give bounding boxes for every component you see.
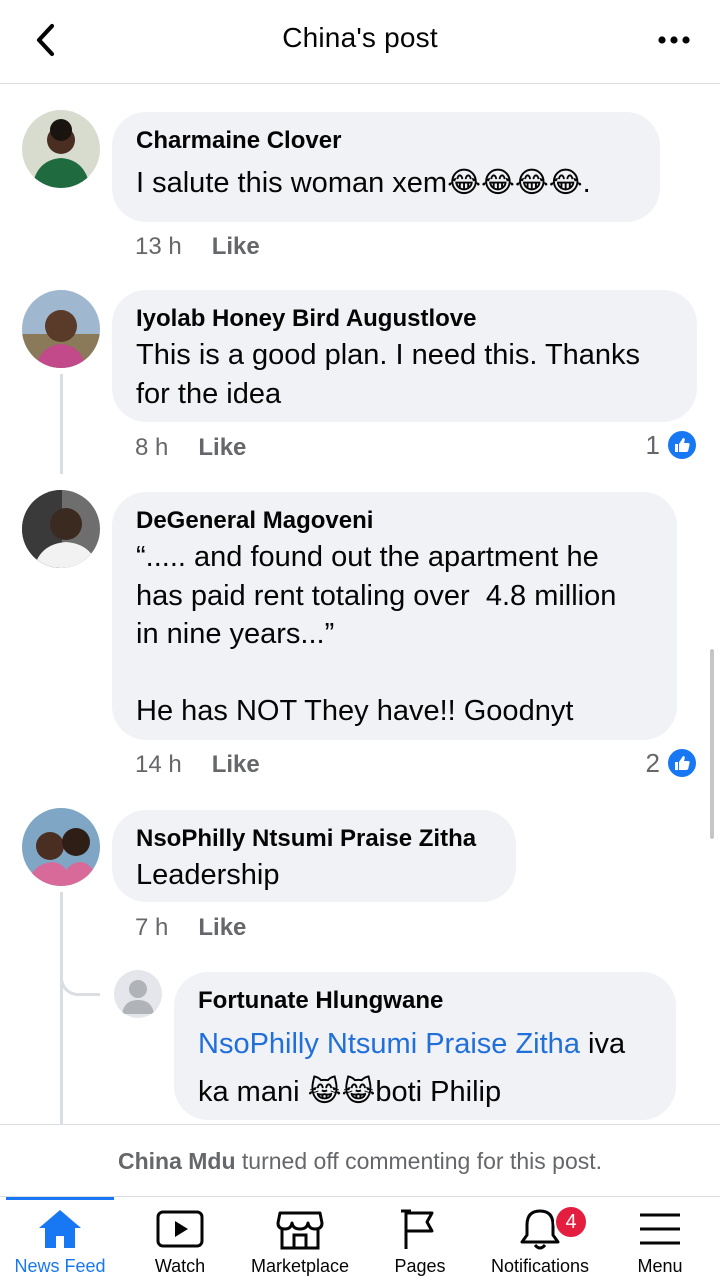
thumbs-up-icon: [666, 429, 698, 461]
comment-time[interactable]: 8 h: [135, 434, 168, 461]
reaction-count: 2: [645, 747, 660, 778]
comment-time[interactable]: 14 h: [135, 751, 182, 778]
comment-text: “..... and found out the apartment he ha…: [136, 541, 617, 727]
comment-meta: 8 h Like: [135, 434, 246, 462]
like-button[interactable]: Like: [198, 914, 246, 941]
comment-bubble[interactable]: Charmaine Clover I salute this woman xem…: [112, 112, 660, 222]
notice-name[interactable]: China Mdu: [118, 1148, 236, 1174]
nav-label: Pages: [394, 1256, 446, 1276]
more-options-icon[interactable]: [656, 26, 692, 54]
notification-badge: 4: [554, 1205, 588, 1239]
reply-text: NsoPhilly Ntsumi Praise Zitha iva ka man…: [198, 1020, 652, 1116]
home-icon: [39, 1210, 81, 1248]
comment-bubble[interactable]: Iyolab Honey Bird Augustlove This is a g…: [112, 290, 697, 422]
reaction-count: 1: [645, 429, 660, 460]
comment-author[interactable]: Iyolab Honey Bird Augustlove: [136, 304, 673, 334]
hamburger-icon: [640, 1213, 680, 1245]
flag-icon: [401, 1209, 434, 1249]
top-bar: China's post: [0, 0, 720, 84]
nav-marketplace[interactable]: Marketplace: [240, 1197, 360, 1280]
comment-bubble[interactable]: DeGeneral Magoveni “..... and found out …: [112, 492, 677, 740]
nav-menu[interactable]: Menu: [600, 1197, 720, 1280]
nav-label: Menu: [637, 1256, 683, 1276]
comment-author[interactable]: DeGeneral Magoveni: [136, 506, 653, 536]
comment-text: I salute this woman xem😂😂😂😂.: [136, 167, 591, 199]
nav-label: News Feed: [14, 1256, 106, 1276]
avatar[interactable]: [22, 490, 100, 568]
avatar[interactable]: [22, 808, 100, 886]
nav-notifications[interactable]: 4 Notifications: [480, 1197, 600, 1280]
like-button[interactable]: Like: [212, 233, 260, 260]
reaction-summary[interactable]: 2: [646, 747, 698, 779]
like-button[interactable]: Like: [198, 434, 246, 461]
comment-meta: 14 h Like: [135, 751, 260, 779]
watch-icon: [156, 1210, 204, 1248]
reply-thread-line: [60, 892, 63, 1124]
comment-bubble[interactable]: NsoPhilly Ntsumi Praise Zitha Leadership: [112, 810, 516, 902]
reply-connector-line: [60, 954, 100, 996]
marketplace-icon: [276, 1211, 324, 1250]
nav-pages[interactable]: Pages: [360, 1197, 480, 1280]
comment-meta: 13 h Like: [135, 233, 260, 261]
reply-thread-line: [60, 374, 63, 474]
comment-meta: 7 h Like: [135, 914, 246, 942]
page-title: China's post: [282, 22, 438, 53]
like-button[interactable]: Like: [212, 751, 260, 778]
nav-label: Watch: [154, 1256, 206, 1276]
comment-time[interactable]: 7 h: [135, 914, 168, 941]
commenting-off-notice: China Mdu turned off commenting for this…: [0, 1124, 720, 1196]
reply-author[interactable]: Fortunate Hlungwane: [198, 986, 652, 1016]
bottom-nav: News Feed Watch Marketplace Pages 4 Noti…: [0, 1196, 720, 1280]
thumbs-up-icon: [666, 747, 698, 779]
mention-link[interactable]: NsoPhilly Ntsumi Praise Zitha: [198, 1028, 580, 1060]
notice-text: turned off commenting for this post.: [235, 1148, 603, 1174]
reaction-summary[interactable]: 1: [646, 429, 698, 461]
nav-watch[interactable]: Watch: [120, 1197, 240, 1280]
reply-bubble[interactable]: Fortunate Hlungwane NsoPhilly Ntsumi Pra…: [174, 972, 676, 1120]
comment-time[interactable]: 13 h: [135, 233, 182, 260]
scrollbar[interactable]: [710, 649, 714, 839]
comment-text: This is a good plan. I need this. Thanks…: [136, 339, 641, 410]
nav-news-feed[interactable]: News Feed: [0, 1197, 120, 1280]
comment-author[interactable]: NsoPhilly Ntsumi Praise Zitha: [136, 824, 492, 854]
nav-label: Notifications: [490, 1256, 590, 1276]
comment-text: Leadership: [136, 859, 280, 891]
avatar[interactable]: [22, 110, 100, 188]
comment-author[interactable]: Charmaine Clover: [136, 126, 636, 156]
nav-label: Marketplace: [250, 1256, 350, 1276]
avatar-placeholder[interactable]: [114, 970, 162, 1018]
comment-thread: Charmaine Clover I salute this woman xem…: [0, 84, 720, 1124]
avatar[interactable]: [22, 290, 100, 368]
